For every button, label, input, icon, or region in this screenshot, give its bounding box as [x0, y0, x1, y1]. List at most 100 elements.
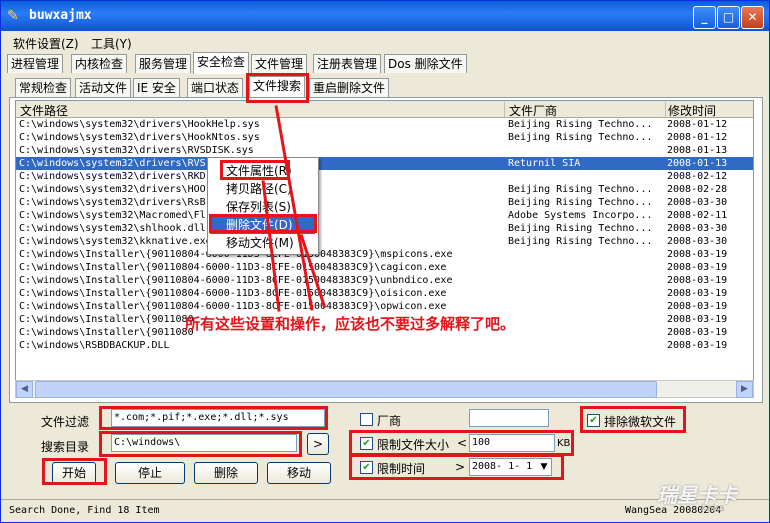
- cell-date: 2008-03-30: [667, 236, 728, 247]
- cell-date: 2008-01-12: [667, 132, 728, 143]
- vendor-input[interactable]: [469, 409, 549, 427]
- tab-ie-security[interactable]: IE 安全: [133, 78, 180, 97]
- cell-date: 2008-03-19: [667, 301, 728, 312]
- cell-date: 2008-03-19: [667, 340, 728, 351]
- scroll-right-icon[interactable]: ▶: [736, 381, 753, 398]
- cell-vendor: Beijing Rising Techno...: [508, 184, 653, 195]
- scroll-left-icon[interactable]: ◀: [16, 381, 33, 398]
- feather-icon: ✎: [7, 8, 19, 24]
- table-row[interactable]: C:\windows\system32\drivers\RsB Beijing R…: [16, 196, 753, 209]
- menu-bar: 软件设置(Z) 工具(Y): [1, 32, 769, 52]
- table-row[interactable]: C:\windows\system32\Macromed\Fl eX.exe Ad…: [16, 209, 753, 222]
- tab-port-status[interactable]: 端口状态: [187, 78, 244, 97]
- table-row[interactable]: C:\windows\Installer\{90110804-6000-11D3…: [16, 300, 753, 313]
- maximize-button[interactable]: □: [717, 6, 740, 29]
- cell-date: 2008-03-19: [667, 249, 728, 260]
- horizontal-scrollbar[interactable]: ◀ ▶: [15, 380, 754, 398]
- status-bar: Search Done, Find 18 Item WangSea 200802…: [1, 499, 769, 522]
- highlight-size-limit: [349, 430, 574, 456]
- tab-kernel[interactable]: 内核检查: [71, 54, 128, 73]
- watermark-sub: kaka: [701, 503, 725, 514]
- highlight-start: [42, 458, 107, 485]
- header-date[interactable]: 修改时间: [664, 102, 753, 118]
- watermark-logo: 瑞星卡卡: [657, 483, 737, 507]
- cell-date: 2008-03-19: [667, 314, 728, 325]
- cell-date: 2008-01-12: [667, 119, 728, 130]
- vendor-checkbox[interactable]: [360, 413, 373, 426]
- tab-security[interactable]: 安全检查: [193, 52, 250, 74]
- search-panel: 文件路径 文件厂商 修改时间 C:\windows\system32\drive…: [9, 97, 763, 403]
- cell-date: 2008-02-28: [667, 184, 728, 195]
- search-dir-label: 搜索目录: [41, 440, 90, 454]
- table-row[interactable]: C:\windows\system32\kknative.exe Beijing …: [16, 235, 753, 248]
- cell-vendor: Returnil SIA: [508, 158, 581, 169]
- cell-path: C:\windows\Installer\{90110804-6000-11D3…: [19, 301, 447, 312]
- tab-dos-delete[interactable]: Dos 删除文件: [384, 54, 467, 73]
- cell-date: 2008-01-13: [667, 145, 728, 156]
- cell-date: 2008-02-12: [667, 171, 728, 182]
- tab-process[interactable]: 进程管理: [7, 54, 64, 73]
- table-row[interactable]: C:\windows\system32\drivers\RVS Returnil …: [16, 157, 753, 170]
- cell-vendor: Adobe Systems Incorpo...: [508, 210, 653, 221]
- move-button[interactable]: 移动: [267, 462, 331, 484]
- delete-button[interactable]: 删除: [194, 462, 258, 484]
- table-row[interactable]: C:\windows\Installer\{90110804-6000-11D3…: [16, 287, 753, 300]
- highlight-exclude-ms: [580, 406, 686, 433]
- table-row[interactable]: C:\windows\system32\drivers\HookNtos.sys…: [16, 131, 753, 144]
- cell-date: 2008-02-11: [667, 210, 728, 221]
- cell-path: C:\windows\RSBDBACKUP.DLL: [19, 340, 170, 351]
- window-title: buwxajmx: [29, 8, 92, 23]
- cell-path: C:\windows\system32\drivers\RVSDISK.sys: [19, 145, 254, 156]
- close-button[interactable]: ✕: [741, 6, 764, 29]
- tab-reboot-delete[interactable]: 重启删除文件: [309, 78, 390, 97]
- cell-path: C:\windows\Installer\{90110804-6000-11D3…: [19, 275, 453, 286]
- cell-path: C:\windows\system32\drivers\HookHelp.sys: [19, 119, 260, 130]
- cell-vendor: Beijing Rising Techno...: [508, 197, 653, 208]
- highlight-file-search-tab: [246, 73, 309, 103]
- header-path[interactable]: 文件路径: [16, 102, 505, 118]
- cell-date: 2008-03-19: [667, 288, 728, 299]
- status-text: Search Done, Find 18 Item: [9, 505, 160, 516]
- highlight-file-properties: [220, 160, 290, 180]
- highlight-filter: [99, 406, 328, 430]
- cell-vendor: Beijing Rising Techno...: [508, 132, 653, 143]
- tab-active-files[interactable]: 活动文件: [75, 78, 132, 97]
- cell-vendor: Beijing Rising Techno...: [508, 236, 653, 247]
- header-vendor[interactable]: 文件厂商: [505, 102, 666, 118]
- cell-date: 2008-03-19: [667, 275, 728, 286]
- tab-general-check[interactable]: 常规检查: [15, 78, 72, 97]
- table-row[interactable]: C:\windows\system32\drivers\HookHelp.sys…: [16, 118, 753, 131]
- cell-path: C:\windows\Installer\{90110804-6000-11D3…: [19, 262, 447, 273]
- vendor-label: 厂商: [377, 414, 402, 428]
- table-row[interactable]: C:\windows\Installer\{90110804-6000-11D3…: [16, 274, 753, 287]
- browse-button[interactable]: >: [307, 433, 329, 455]
- tab-files[interactable]: 文件管理: [251, 54, 308, 73]
- table-row[interactable]: C:\windows\system32\drivers\HOO Beijing R…: [16, 183, 753, 196]
- filter-label: 文件过滤: [41, 415, 90, 429]
- table-row[interactable]: C:\windows\system32\shlhook.dll Beijing R…: [16, 222, 753, 235]
- table-row[interactable]: C:\windows\system32\drivers\RVSDISK.sys 2…: [16, 144, 753, 157]
- cell-vendor: Beijing Rising Techno...: [508, 223, 653, 234]
- stop-button[interactable]: 停止: [115, 462, 185, 484]
- menu-tools[interactable]: 工具(Y): [91, 35, 132, 52]
- list-header: 文件路径 文件厂商 修改时间: [16, 101, 753, 118]
- table-row[interactable]: C:\windows\Installer\{90110804-6000-11D3…: [16, 248, 753, 261]
- cell-path: C:\windows\Installer\{90110804-6000-11D3…: [19, 288, 447, 299]
- annotation-text: 所有这些设置和操作，应该也不要过多解释了吧。: [185, 315, 516, 333]
- highlight-time-limit: [349, 454, 564, 480]
- minimize-button[interactable]: _: [693, 6, 716, 29]
- cell-date: 2008-03-19: [667, 262, 728, 273]
- menu-software-settings[interactable]: 软件设置(Z): [13, 35, 79, 52]
- cell-date: 2008-03-30: [667, 223, 728, 234]
- app-window: ✎ buwxajmx _ □ ✕ 软件设置(Z) 工具(Y) 进程管理 内核检查…: [0, 0, 770, 523]
- table-row[interactable]: C:\windows\Installer\{90110804-6000-11D3…: [16, 261, 753, 274]
- file-list[interactable]: 文件路径 文件厂商 修改时间 C:\windows\system32\drive…: [15, 100, 754, 382]
- tab-registry[interactable]: 注册表管理: [313, 54, 382, 73]
- tab-services[interactable]: 服务管理: [135, 54, 192, 73]
- table-row[interactable]: C:\windows\system32\drivers\RKD 2008-02-1…: [16, 170, 753, 183]
- cell-date: 2008-03-19: [667, 327, 728, 338]
- cell-date: 2008-03-30: [667, 197, 728, 208]
- table-row[interactable]: C:\windows\RSBDBACKUP.DLL 2008-03-19: [16, 339, 753, 352]
- cell-date: 2008-01-13: [667, 158, 728, 169]
- scroll-thumb[interactable]: [35, 381, 657, 398]
